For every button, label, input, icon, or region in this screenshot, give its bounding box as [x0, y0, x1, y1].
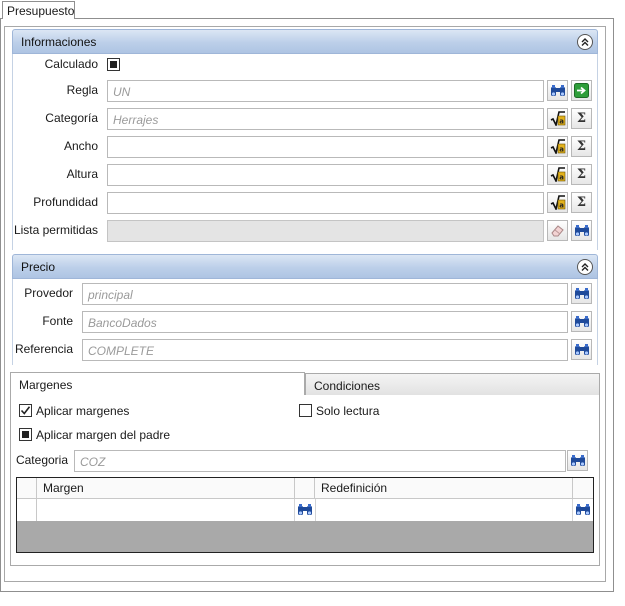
grid-header: Margen Redefinición	[17, 478, 593, 499]
tab-condiciones-label: Condiciones	[314, 379, 381, 393]
lista-permitidas-input	[107, 220, 544, 242]
lista-search-button[interactable]	[571, 220, 592, 241]
binoculars-icon	[575, 503, 591, 517]
binoculars-icon	[574, 224, 590, 238]
collapse-informaciones-button[interactable]	[577, 34, 593, 50]
profundidad-formula-button[interactable]	[547, 192, 568, 213]
calculado-label: Calculado	[44, 57, 98, 71]
provedor-input[interactable]: principal	[82, 283, 568, 305]
grid-column-redefinicion[interactable]: Redefinición	[315, 478, 573, 498]
margen-categoria-label: Categoria	[15, 453, 68, 467]
ancho-formula-button[interactable]	[547, 136, 568, 157]
sigma-icon: Σ	[576, 195, 587, 210]
solo-lectura-checkbox[interactable]	[299, 404, 312, 417]
lista-permitidas-label: Lista permitidas	[13, 223, 98, 237]
chevron-up-icon	[580, 37, 590, 47]
solo-lectura-label: Solo lectura	[316, 404, 380, 418]
grid-cell-margen[interactable]	[37, 499, 295, 521]
ancho-label: Ancho	[63, 139, 98, 153]
regla-search-button[interactable]	[547, 80, 568, 101]
altura-label: Altura	[66, 167, 98, 181]
calculado-checkbox[interactable]	[107, 58, 120, 71]
tab-condiciones[interactable]: Condiciones	[305, 373, 600, 395]
regla-label: Regla	[66, 83, 98, 97]
tab-margenes[interactable]: Margenes	[10, 372, 305, 395]
grid-column-spacer	[295, 478, 315, 498]
margen-categoria-search-button[interactable]	[567, 450, 588, 471]
lista-clear-button[interactable]	[547, 220, 568, 241]
informaciones-header[interactable]: Informaciones	[12, 29, 598, 54]
provedor-label: Provedor	[24, 286, 73, 300]
grid-column-spacer	[573, 478, 593, 498]
profundidad-label: Profundidad	[33, 195, 98, 209]
referencia-search-button[interactable]	[571, 339, 592, 360]
altura-formula-button[interactable]	[547, 164, 568, 185]
binoculars-icon	[574, 343, 590, 357]
formula-icon	[550, 139, 566, 154]
regla-input[interactable]: UN	[107, 80, 544, 102]
sigma-icon: Σ	[576, 111, 587, 126]
formula-icon	[550, 167, 566, 182]
tab-margenes-label: Margenes	[19, 378, 73, 392]
categoria-sum-button[interactable]: Σ	[571, 108, 592, 129]
ancho-sum-button[interactable]: Σ	[571, 136, 592, 157]
binoculars-icon	[574, 315, 590, 329]
aplicar-margenes-label: Aplicar margenes	[36, 404, 130, 418]
grid-cell-redefinicion[interactable]	[315, 499, 573, 521]
referencia-label: Referencia	[14, 342, 73, 356]
grid-row-header	[17, 499, 37, 521]
formula-icon	[550, 195, 566, 210]
binoculars-icon	[550, 84, 566, 98]
referencia-input[interactable]: COMPLETE	[82, 339, 568, 361]
provedor-search-button[interactable]	[571, 283, 592, 304]
eraser-icon	[551, 225, 564, 237]
precio-title: Precio	[21, 260, 56, 274]
green-arrow-icon	[574, 83, 589, 98]
grid-redefinicion-search-button[interactable]	[573, 501, 593, 519]
binoculars-icon	[574, 287, 590, 301]
sigma-icon: Σ	[576, 167, 587, 182]
altura-input[interactable]	[107, 164, 544, 186]
grid-new-row[interactable]	[17, 499, 593, 521]
grid-column-margen[interactable]: Margen	[37, 478, 295, 498]
altura-sum-button[interactable]: Σ	[571, 164, 592, 185]
aplicar-padre-label: Aplicar margen del padre	[36, 428, 171, 442]
profundidad-sum-button[interactable]: Σ	[571, 192, 592, 213]
checkmark-icon	[20, 406, 31, 415]
fonte-search-button[interactable]	[571, 311, 592, 332]
formula-icon	[550, 111, 566, 126]
tab-presupuesto-label: Presupuesto	[7, 4, 75, 18]
grid-margen-search-button[interactable]	[295, 501, 315, 519]
collapse-precio-button[interactable]	[577, 259, 593, 275]
binoculars-icon	[297, 503, 313, 517]
chevron-up-icon	[580, 262, 590, 272]
margen-categoria-input[interactable]: COZ	[74, 450, 566, 472]
profundidad-input[interactable]	[107, 192, 544, 214]
precio-header[interactable]: Precio	[12, 254, 598, 279]
aplicar-padre-checkbox[interactable]	[19, 428, 32, 441]
categoria-input[interactable]: Herrajes	[107, 108, 544, 130]
grid-row-header-corner	[17, 478, 37, 498]
fonte-input[interactable]: BancoDados	[82, 311, 568, 333]
fonte-label: Fonte	[42, 314, 73, 328]
tab-presupuesto[interactable]: Presupuesto	[2, 1, 75, 19]
regla-go-button[interactable]	[571, 80, 592, 101]
margen-grid: Margen Redefinición	[16, 477, 594, 553]
aplicar-margenes-checkbox[interactable]	[19, 404, 32, 417]
sigma-icon: Σ	[576, 139, 587, 154]
categoria-label: Categoría	[45, 111, 98, 125]
binoculars-icon	[570, 454, 586, 468]
ancho-input[interactable]	[107, 136, 544, 158]
categoria-formula-button[interactable]	[547, 108, 568, 129]
informaciones-title: Informaciones	[21, 35, 97, 49]
